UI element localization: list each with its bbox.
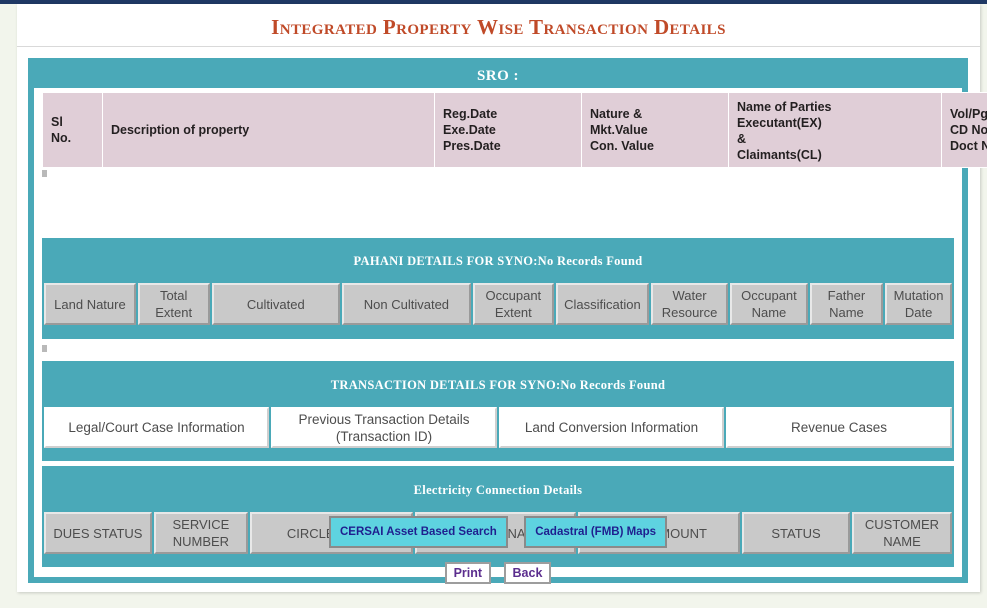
sl-no-line-1: Sl [51,115,63,129]
pahani-column-land-nature: Land Nature [44,283,136,325]
date-line-3: Pres.Date [443,139,501,153]
pahani-column-father-name: Father Name [809,283,884,325]
transaction-details-section: TRANSACTION DETAILS FOR SYNO:No Records … [42,361,954,461]
pahani-column-mutation-date: Mutation Date [885,283,952,325]
column-header-dates: Reg.Date Exe.Date Pres.Date [434,92,582,168]
column-header-description: Description of property [102,92,435,168]
nature-line-3: Con. Value [590,139,654,153]
tab-legal-court-case-information[interactable]: Legal/Court Case Information [44,407,269,448]
pahani-section-title: PAHANI DETAILS FOR SYNO:No Records Found [353,254,643,268]
page-title: Integrated Property Wise Transaction Det… [271,15,726,39]
cadastral-fmb-maps-button[interactable]: Cadastral (FMB) Maps [524,516,668,548]
back-button[interactable]: Back [503,562,552,584]
tab-previous-transaction-label: Previous Transaction Details (Transaction… [298,411,470,444]
section-tick-mark-1 [42,170,47,177]
tab-land-conversion-information[interactable]: Land Conversion Information [499,407,724,448]
vol-line-1: Vol/Pg No [950,107,987,121]
section-tick-mark-2 [42,345,47,352]
column-header-vol-cd-doct: Vol/Pg No CD No Doct No/Year [941,92,987,168]
column-header-parties: Name of Parties Executant(EX) & Claimant… [728,92,942,168]
navigation-buttons-row: Print Back [34,562,962,584]
cersai-asset-based-search-button[interactable]: CERSAI Asset Based Search [328,516,508,548]
pahani-column-classification: Classification [555,283,649,325]
parties-line-2: Executant(EX) [737,116,822,130]
pahani-column-occupant-extent: Occupant Extent [472,283,554,325]
pahani-column-total-extent: Total Extent [137,283,210,325]
column-header-sl-no: Sl No. [42,92,103,168]
column-header-nature-value: Nature & Mkt.Value Con. Value [581,92,729,168]
parties-line-1: Name of Parties [737,100,832,114]
main-report-inner: SRO : Sl No. Description of property Reg… [34,64,987,584]
page-paper: Integrated Property Wise Transaction Det… [17,4,987,592]
date-line-1: Reg.Date [443,107,498,121]
sro-banner: SRO : [34,64,962,88]
action-links-row: CERSAI Asset Based Search Cadastral (FMB… [34,516,962,548]
property-details-table: Sl No. Description of property Reg.Date … [42,92,987,168]
sl-no-line-2: No. [51,131,72,145]
nature-line-2: Mkt.Value [590,123,648,137]
vol-line-2: CD No [950,123,987,137]
transaction-tabs-row: Legal/Court Case Information Previous Tr… [43,407,953,448]
pahani-column-cultivated: Cultivated [211,283,341,325]
print-button[interactable]: Print [444,562,492,584]
pahani-header-row: Land Nature Total Extent Cultivated Non C… [43,283,953,325]
tab-revenue-cases[interactable]: Revenue Cases [726,407,952,448]
page-header: Integrated Property Wise Transaction Det… [17,4,980,47]
pahani-details-section: PAHANI DETAILS FOR SYNO:No Records Found… [42,238,954,339]
tab-previous-transaction-details[interactable]: Previous Transaction Details (Transaction… [271,407,497,448]
electricity-section-title: Electricity Connection Details [413,483,583,497]
parties-line-3: & [737,132,747,146]
pahani-column-water-resource: Water Resource [650,283,729,325]
page-frame: Integrated Property Wise Transaction Det… [0,0,987,608]
nature-line-1: Nature & [590,107,643,121]
vol-line-3: Doct No/Year [950,139,987,153]
parties-line-4: Claimants(CL) [737,148,822,162]
pahani-column-non-cultivated: Non Cultivated [342,283,471,325]
table-row: Sl No. Description of property Reg.Date … [42,92,987,168]
transaction-section-title: TRANSACTION DETAILS FOR SYNO:No Records … [330,378,666,392]
date-line-2: Exe.Date [443,123,496,137]
main-report-container: SRO : Sl No. Description of property Reg… [28,58,987,584]
pahani-column-occupant-name: Occupant Name [730,283,808,325]
